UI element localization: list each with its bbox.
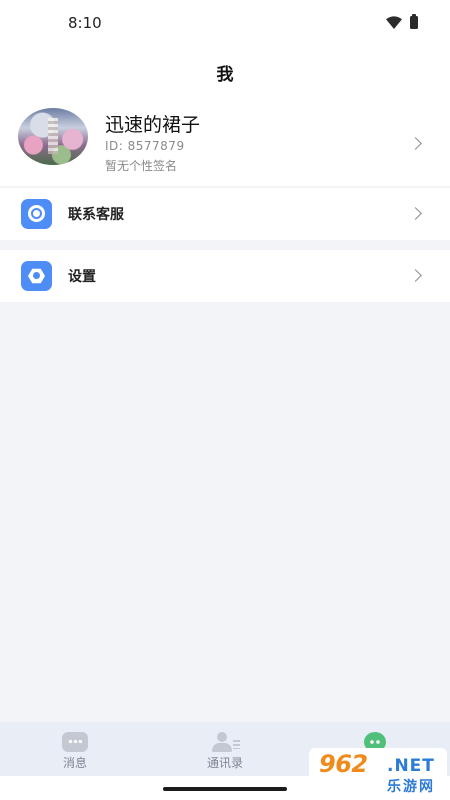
battery-icon <box>410 14 418 29</box>
gear-icon <box>21 261 52 291</box>
tab-label: 消息 <box>62 756 87 770</box>
chevron-right-icon <box>409 269 422 282</box>
tab-label: 通讯录 <box>206 756 243 770</box>
page-title: 我 <box>216 65 234 85</box>
watermark-logo: 962 .NET 乐游网 <box>309 748 447 796</box>
chat-bubble-icon <box>62 732 88 752</box>
status-bar: 8:10 <box>0 0 450 48</box>
profile-id: ID: 8577879 <box>105 139 185 153</box>
headset-icon <box>21 199 52 229</box>
menu-item-settings[interactable]: 设置 <box>0 250 450 302</box>
status-time: 8:10 <box>68 14 102 32</box>
chevron-right-icon <box>409 207 422 220</box>
chevron-right-icon <box>409 137 422 150</box>
home-indicator[interactable] <box>163 787 287 791</box>
tab-messages[interactable]: 消息 <box>0 722 150 776</box>
menu-item-label: 联系客服 <box>68 207 124 223</box>
menu-item-label: 设置 <box>68 269 96 285</box>
avatar[interactable] <box>18 108 88 165</box>
profile-name: 迅速的裙子 <box>105 114 201 136</box>
status-icons <box>386 14 418 29</box>
profile-signature: 暂无个性签名 <box>105 159 178 173</box>
watermark-sub: 乐游网 <box>387 779 435 795</box>
watermark-net: .NET <box>387 756 435 776</box>
tab-contacts[interactable]: 通讯录 <box>150 722 300 776</box>
page-header: 我 <box>0 48 450 96</box>
menu-item-customer-service[interactable]: 联系客服 <box>0 188 450 240</box>
profile-card[interactable]: 迅速的裙子 ID: 8577879 暂无个性签名 <box>0 96 450 186</box>
contacts-icon <box>212 732 240 752</box>
wifi-icon <box>386 16 402 29</box>
watermark-brand: 962 <box>319 750 368 778</box>
